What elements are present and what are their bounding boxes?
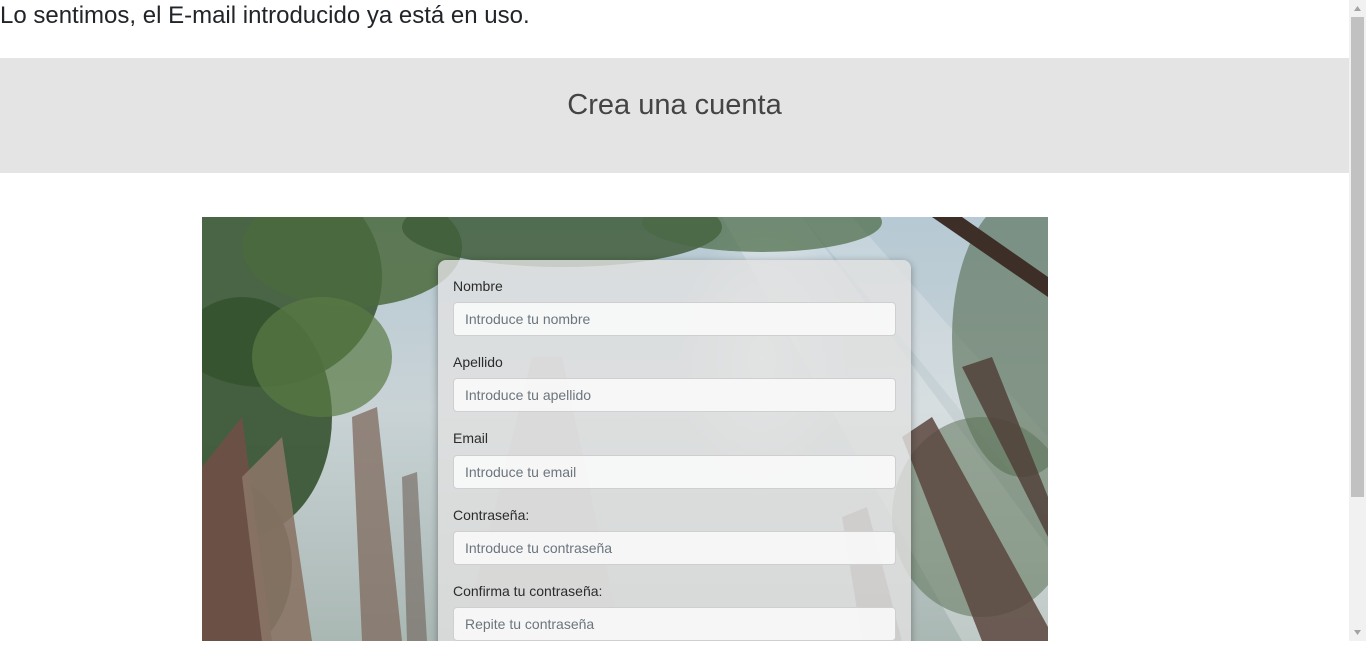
email-label: Email (453, 430, 489, 446)
page: Lo sentimos, el E-mail introducido ya es… (0, 0, 1349, 641)
scroll-thumb[interactable] (1351, 17, 1364, 497)
page-title: Crea una cuenta (567, 89, 782, 121)
email-input[interactable] (453, 455, 896, 489)
header-band: Crea una cuenta (0, 58, 1349, 173)
scroll-down-arrow-icon[interactable] (1349, 624, 1366, 641)
apellido-label: Apellido (453, 354, 503, 370)
scroll-up-arrow-icon[interactable] (1349, 0, 1366, 17)
nombre-label: Nombre (453, 278, 503, 294)
signup-form: Nombre Apellido Email Contraseña: Confir… (438, 260, 911, 641)
vertical-scrollbar[interactable] (1349, 0, 1366, 641)
nombre-input[interactable] (453, 302, 896, 336)
password-input[interactable] (453, 531, 896, 565)
apellido-input[interactable] (453, 378, 896, 412)
confirm-password-label: Confirma tu contraseña: (453, 583, 603, 599)
error-message: Lo sentimos, el E-mail introducido ya es… (0, 2, 530, 29)
confirm-password-input[interactable] (453, 607, 896, 641)
password-label: Contraseña: (453, 507, 530, 523)
